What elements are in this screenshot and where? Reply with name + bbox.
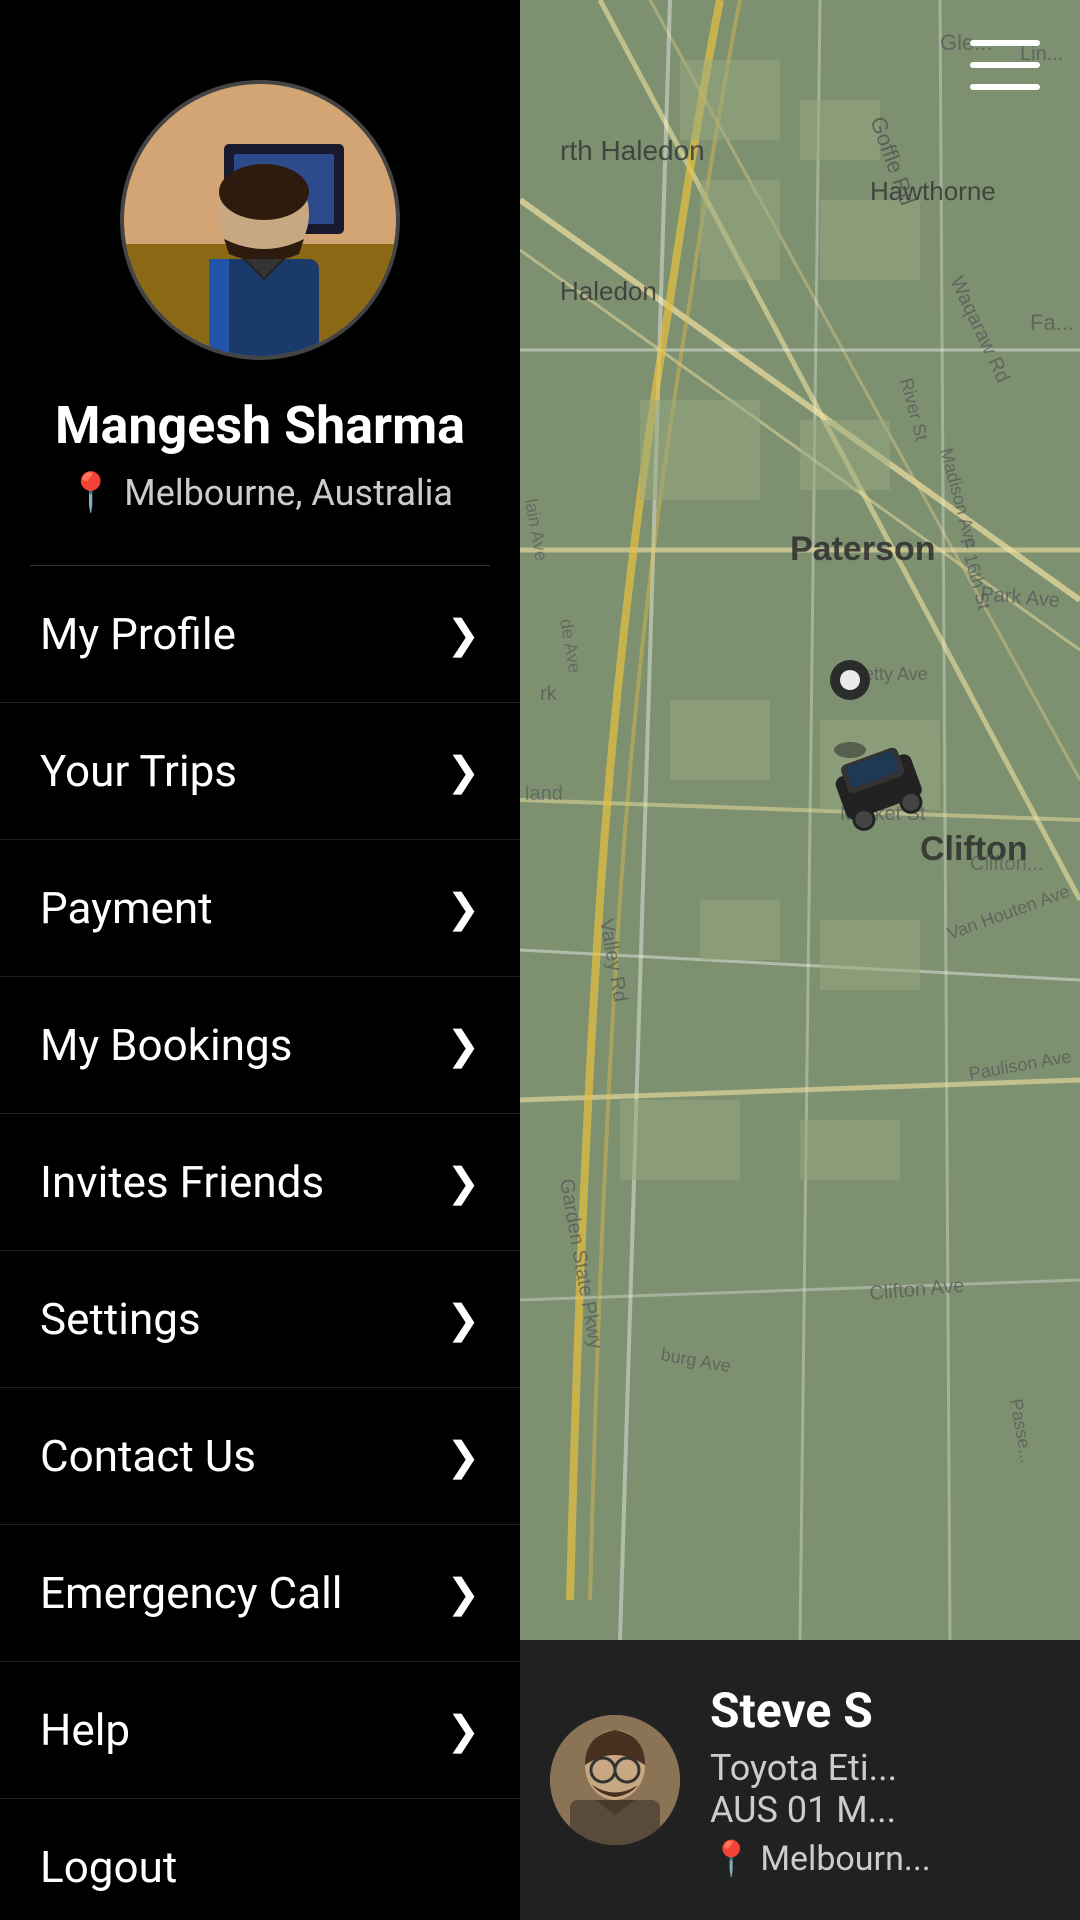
menu-item-label-contact-us: Contact Us bbox=[40, 1430, 256, 1482]
menu-item-label-my-bookings: My Bookings bbox=[40, 1019, 292, 1071]
app-container: Mangesh Sharma 📍 Melbourne, Australia My… bbox=[0, 0, 1080, 1920]
svg-text:Haledon: Haledon bbox=[560, 276, 657, 306]
menu-item-label-logout: Logout bbox=[40, 1841, 177, 1893]
svg-text:Clifton...: Clifton... bbox=[970, 853, 1043, 875]
driver-car: Toyota Eti... bbox=[710, 1747, 1050, 1789]
hamburger-menu-button[interactable] bbox=[970, 40, 1040, 90]
menu-item-label-my-profile: My Profile bbox=[40, 608, 236, 660]
sidebar: Mangesh Sharma 📍 Melbourne, Australia My… bbox=[0, 0, 520, 1920]
menu-item-payment[interactable]: Payment ❯ bbox=[0, 840, 520, 977]
profile-section: Mangesh Sharma 📍 Melbourne, Australia bbox=[0, 0, 520, 565]
hamburger-line-2 bbox=[970, 62, 1040, 68]
svg-text:Fa...: Fa... bbox=[1030, 310, 1074, 335]
menu-item-chevron-my-bookings: ❯ bbox=[446, 1022, 480, 1069]
menu-item-your-trips[interactable]: Your Trips ❯ bbox=[0, 703, 520, 840]
menu-item-label-emergency-call: Emergency Call bbox=[40, 1567, 343, 1619]
hamburger-line-3 bbox=[970, 84, 1040, 90]
menu-item-label-settings: Settings bbox=[40, 1293, 201, 1345]
map-view: rth Haledon Hawthorne Haledon Paterson C… bbox=[520, 0, 1080, 1640]
menu-item-chevron-emergency-call: ❯ bbox=[446, 1570, 480, 1617]
menu-item-chevron-help: ❯ bbox=[446, 1707, 480, 1754]
driver-info: Steve S Toyota Eti... AUS 01 M... 📍 Melb… bbox=[710, 1682, 1050, 1879]
menu-item-chevron-payment: ❯ bbox=[446, 885, 480, 932]
driver-avatar bbox=[550, 1715, 680, 1845]
menu-item-my-profile[interactable]: My Profile ❯ bbox=[0, 566, 520, 703]
location-pin-icon: 📍 bbox=[67, 471, 114, 515]
menu-item-chevron-contact-us: ❯ bbox=[446, 1433, 480, 1480]
menu-item-chevron-your-trips: ❯ bbox=[446, 748, 480, 795]
menu-item-settings[interactable]: Settings ❯ bbox=[0, 1251, 520, 1388]
menu-list: My Profile❯Your Trips❯Payment❯My Booking… bbox=[0, 566, 520, 1920]
menu-item-label-help: Help bbox=[40, 1704, 130, 1756]
avatar bbox=[120, 80, 400, 360]
menu-item-contact-us[interactable]: Contact Us ❯ bbox=[0, 1388, 520, 1525]
menu-item-chevron-settings: ❯ bbox=[446, 1296, 480, 1343]
profile-location: 📍 Melbourne, Australia bbox=[67, 471, 453, 515]
menu-item-chevron-invites-friends: ❯ bbox=[446, 1159, 480, 1206]
svg-text:rth Haledon: rth Haledon bbox=[560, 135, 705, 166]
menu-item-label-payment: Payment bbox=[40, 882, 213, 934]
menu-item-chevron-my-profile: ❯ bbox=[446, 611, 480, 658]
menu-item-label-your-trips: Your Trips bbox=[40, 745, 237, 797]
driver-card: Steve S Toyota Eti... AUS 01 M... 📍 Melb… bbox=[520, 1640, 1080, 1920]
menu-item-emergency-call[interactable]: Emergency Call ❯ bbox=[0, 1525, 520, 1662]
svg-text:rk: rk bbox=[540, 683, 558, 705]
profile-name: Mangesh Sharma bbox=[55, 395, 465, 456]
menu-item-logout[interactable]: Logout bbox=[0, 1799, 520, 1920]
map-area: rth Haledon Hawthorne Haledon Paterson C… bbox=[520, 0, 1080, 1920]
driver-location-pin-icon: 📍 bbox=[710, 1839, 752, 1879]
driver-plate: AUS 01 M... bbox=[710, 1789, 1050, 1831]
driver-location: 📍 Melbourn... bbox=[710, 1839, 1050, 1879]
driver-name: Steve S bbox=[710, 1682, 1050, 1739]
hamburger-line-1 bbox=[970, 40, 1040, 46]
svg-text:Paterson: Paterson bbox=[790, 530, 936, 568]
menu-item-help[interactable]: Help ❯ bbox=[0, 1662, 520, 1799]
menu-item-invites-friends[interactable]: Invites Friends ❯ bbox=[0, 1114, 520, 1251]
menu-item-label-invites-friends: Invites Friends bbox=[40, 1156, 324, 1208]
svg-text:land: land bbox=[525, 783, 563, 805]
menu-item-my-bookings[interactable]: My Bookings ❯ bbox=[0, 977, 520, 1114]
